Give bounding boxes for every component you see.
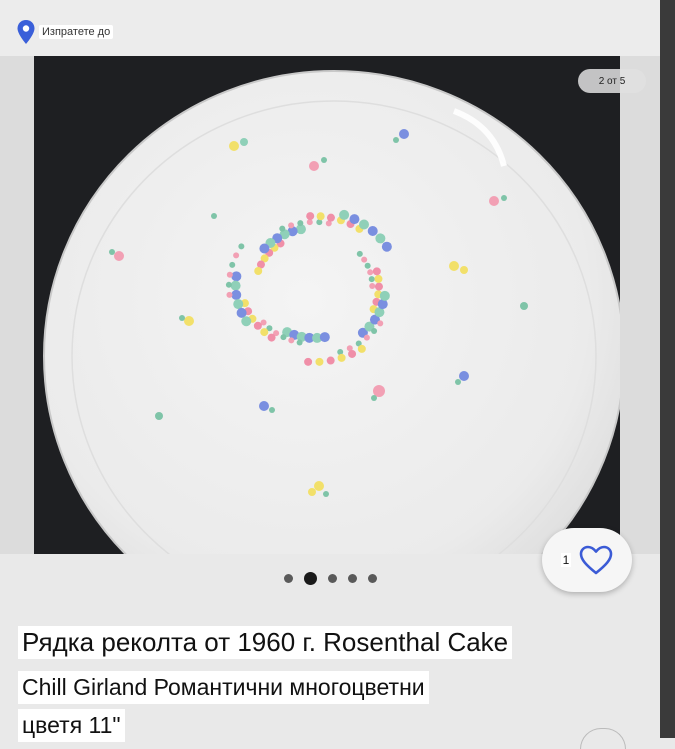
partial-action-button[interactable]: [580, 728, 626, 749]
image-counter: 2 от 5: [578, 69, 646, 93]
ship-to-label: Изпратете до: [39, 25, 114, 39]
page-dot[interactable]: [367, 573, 377, 583]
page-dot[interactable]: [327, 573, 337, 583]
scrollbar-rail[interactable]: [660, 0, 675, 738]
plate-image: [34, 56, 620, 554]
heart-icon: [580, 545, 613, 575]
image-gallery[interactable]: 2 от 5: [0, 56, 660, 554]
top-bar: Изпратете до: [0, 0, 660, 56]
favorite-count: 1: [560, 553, 572, 567]
title-line-3: цветя 11": [18, 709, 125, 742]
title-line-1: Рядка реколта от 1960 г. Rosenthal Cake: [18, 626, 513, 659]
location-pin-icon: [17, 20, 35, 44]
ship-to-button[interactable]: Изпратете до: [17, 20, 114, 44]
favorite-button[interactable]: 1: [542, 528, 632, 592]
page-dot[interactable]: [347, 573, 357, 583]
page-dot[interactable]: [283, 573, 293, 583]
page-dot-active[interactable]: [303, 571, 317, 585]
title-line-2: Chill Girland Романтични многоцветни: [18, 671, 429, 704]
product-photo[interactable]: [34, 56, 620, 554]
